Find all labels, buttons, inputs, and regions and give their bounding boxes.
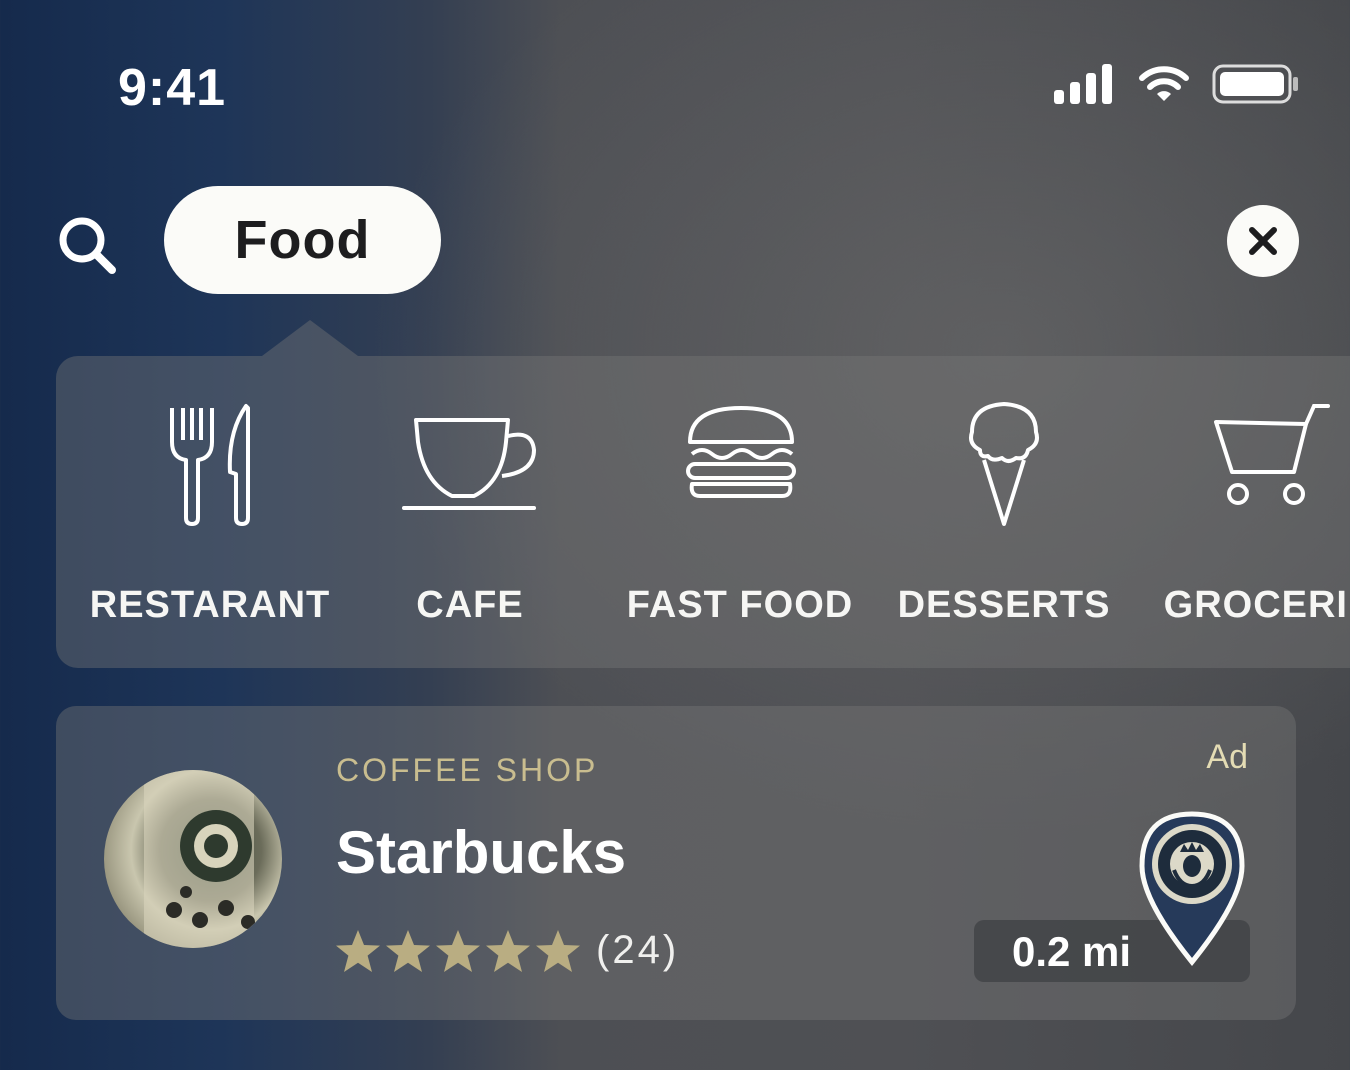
status-icons	[1054, 64, 1300, 104]
cellular-signal-icon	[1054, 64, 1112, 104]
search-button[interactable]	[56, 214, 120, 278]
result-card[interactable]: COFFEE SHOP Starbucks (24) Ad 0.2 mi	[56, 706, 1296, 1020]
wifi-icon	[1139, 66, 1189, 101]
search-icon	[59, 217, 116, 274]
category-panel-pointer	[262, 320, 358, 356]
status-time: 9:41	[118, 59, 227, 117]
map-pin-icon	[1139, 811, 1245, 966]
shopping-cart-icon	[1214, 404, 1330, 505]
category-cafe[interactable]: CAFE	[372, 356, 568, 668]
star-icon	[336, 930, 380, 972]
distance-value: 0.2 mi	[1012, 928, 1132, 975]
category-label: FAST FOOD	[626, 584, 854, 626]
place-category: COFFEE SHOP	[336, 752, 599, 788]
clear-search-button[interactable]	[1227, 205, 1299, 277]
star-icon	[536, 930, 580, 972]
place-photo	[104, 770, 282, 948]
star-icon	[486, 930, 530, 972]
category-panel: RESTARANT CAFE FAST FOOD DESSERTS GROCER…	[56, 356, 1350, 668]
category-groceries[interactable]: GROCERIE	[1154, 356, 1350, 668]
burger-icon	[686, 406, 796, 498]
review-count: (24)	[596, 928, 680, 972]
fork-knife-icon	[170, 404, 250, 526]
category-desserts[interactable]: DESSERTS	[898, 356, 1109, 668]
ad-badge: Ad	[1206, 738, 1248, 776]
coffee-cup-icon	[402, 418, 537, 510]
category-label: GROCERIE	[1163, 584, 1350, 626]
search-query-chip[interactable]: Food	[164, 186, 441, 294]
category-restaurant[interactable]: RESTARANT	[89, 356, 331, 668]
star-icon	[436, 930, 480, 972]
close-icon	[1249, 227, 1277, 255]
category-label: CAFE	[416, 584, 524, 626]
category-fast-food[interactable]: FAST FOOD	[624, 356, 856, 668]
place-name: Starbucks	[336, 819, 627, 886]
battery-icon	[1212, 64, 1298, 104]
ice-cream-icon	[969, 402, 1039, 526]
category-label: DESSERTS	[897, 584, 1111, 626]
rating-stars	[334, 928, 582, 974]
category-label: RESTARANT	[89, 584, 331, 626]
star-icon	[386, 930, 430, 972]
